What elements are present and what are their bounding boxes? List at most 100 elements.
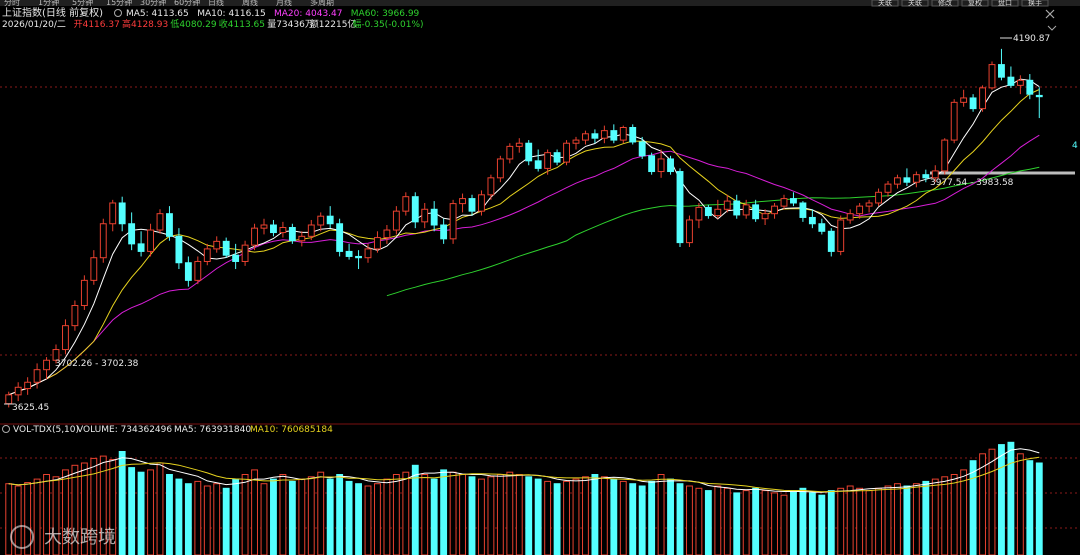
volume-bar [903,485,911,555]
volume-bar [818,494,826,555]
candle-body [752,204,760,220]
volume-bar [544,480,552,555]
vol-volume: VOLUME: 734362496 [77,425,172,435]
settings-icon[interactable] [114,9,122,17]
volume-bar [496,474,504,555]
candle-body [723,200,731,210]
volume-bar [137,471,145,555]
volume-bar [922,480,930,555]
candle-body [222,240,230,256]
candle-body [383,229,391,239]
candle-body [582,133,589,141]
candle-body [979,87,986,110]
candle-body [5,394,13,405]
candle-body [969,97,977,110]
volume-bar [714,485,722,555]
volume-bar [175,478,183,555]
candle-body [998,64,1005,78]
candle-body [137,243,145,252]
volume-bar [118,451,126,555]
kline-chart-window: 分时 1分钟 5分钟 15分钟 30分钟 60分钟 日线 周线 月线 多周期 关联 关联 修改 复权 盘口 换… [0,0,1080,555]
candle-body [487,177,495,196]
volume-bar [865,490,873,555]
toolbar-tab-label-4: 盘口 [998,0,1012,7]
candle-body [156,213,164,231]
candle-body [99,223,107,259]
volume-bar [33,478,41,555]
right-marker: 4 [1072,141,1078,151]
candle-body [894,177,901,185]
info-low: 低4080.29 [170,18,216,30]
volume-bar [676,483,684,555]
vol-settings-icon[interactable] [2,425,10,433]
volume-bar [667,478,674,555]
candle-body [638,141,646,157]
candle-body [742,204,750,216]
candle-body [780,198,788,207]
volume-bar [563,480,570,555]
volume-bar [998,444,1005,555]
info-vol: 量73436万 [267,19,314,30]
volume-bar [695,487,703,555]
volume-bar [440,469,448,555]
volume-bar [156,462,164,555]
ma10-line [8,89,1040,396]
volume-bar [931,478,939,555]
candle-body [80,279,88,307]
volume-bar [582,476,589,555]
candle-body [355,255,362,259]
volume-bar [790,490,797,555]
volume-bar [780,494,788,555]
watermark-text: 大数跨境 [44,527,116,548]
volume-bar [298,478,306,555]
candle-body [232,254,240,262]
chart-canvas[interactable]: 分时 1分钟 5分钟 15分钟 30分钟 60分钟 日线 周线 月线 多周期 关联 关联 修改 复权 盘口 换… [0,0,1080,555]
volume-bar [837,487,845,555]
candle-body [364,248,372,259]
candle-body [62,325,69,351]
chevron-down-icon[interactable] [1047,25,1057,31]
period-item-0: 分时 [4,0,20,7]
volume-bar [449,471,457,555]
candle-body [478,194,485,212]
range-low-label: 3702.26 - 3702.38 [55,359,139,369]
candle-body [544,152,552,169]
volume-bar [799,487,807,555]
volume-bar [364,485,372,555]
candle-body [184,262,192,281]
volume-bar [960,469,968,555]
volume-bar [515,474,523,555]
candle-body [960,97,968,103]
candle-body [657,158,665,173]
period-item-9: 多周期 [310,0,334,7]
candle-body [288,227,296,242]
candle-body [922,174,930,179]
candle-body [761,213,769,220]
candle-body [203,248,211,262]
candle-body [808,216,816,225]
candle-body [619,127,627,141]
volume-bar [525,476,533,555]
volume-bar [733,492,741,555]
volume-bar [232,478,240,555]
candle-body [251,227,258,246]
candle-body [166,213,173,237]
volume-bar [459,474,466,555]
volume-bar [950,474,958,555]
candle-body [241,244,249,262]
volume-bar [345,480,353,555]
toolbar-tab-label-3: 复权 [968,0,982,7]
candle-body [534,160,542,169]
volume-bar [147,469,154,555]
volume-bar [260,483,268,555]
candle-body [903,177,911,183]
candle-body [875,191,882,204]
period-item-4: 30分钟 [140,0,166,7]
candle-body [818,223,826,232]
candle-body [629,127,637,143]
info-date: 2026/01/20/二 [2,20,66,30]
candle-body [733,200,741,216]
candle-body [771,205,778,215]
candle-body [279,227,287,234]
volume-bar [203,485,211,555]
